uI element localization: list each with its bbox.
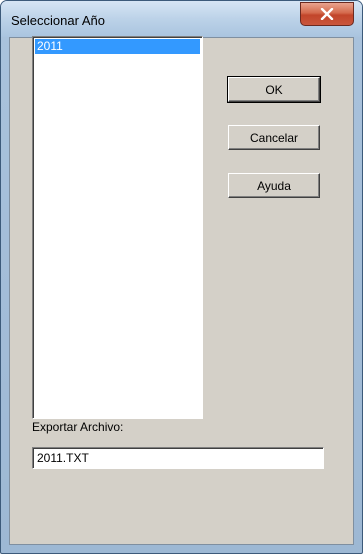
title-bar[interactable]: Seleccionar Año: [1, 1, 362, 37]
year-list-item[interactable]: 2011: [35, 39, 200, 54]
window-title: Seleccionar Año: [11, 13, 105, 28]
year-listbox[interactable]: 2011: [32, 36, 203, 419]
close-button[interactable]: [300, 2, 354, 26]
cancel-button[interactable]: Cancelar: [228, 125, 320, 150]
ok-button[interactable]: OK: [227, 76, 321, 103]
export-file-input[interactable]: [32, 447, 324, 469]
help-button[interactable]: Ayuda: [228, 173, 320, 198]
dialog-window: Seleccionar Año 2011 OK Cancelar Ayuda E…: [0, 0, 363, 554]
export-file-label: Exportar Archivo:: [32, 420, 124, 434]
close-icon: [320, 8, 334, 20]
